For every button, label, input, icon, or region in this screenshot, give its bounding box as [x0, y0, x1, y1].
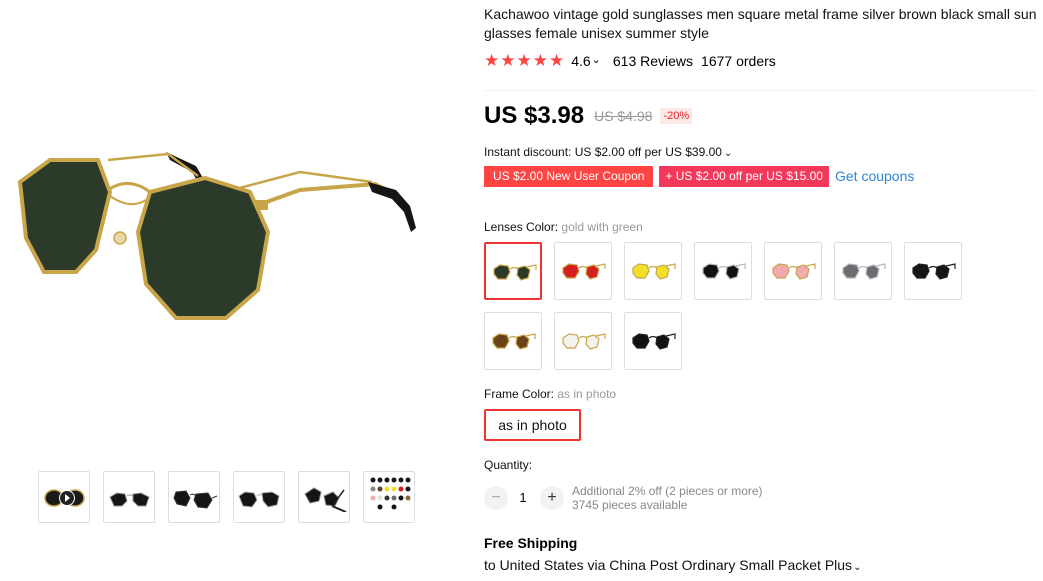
instant-discount-text: Instant discount: US $2.00 off per US $3…	[484, 145, 722, 159]
lens-color-option[interactable]	[554, 242, 612, 300]
frame-color-title: Frame Color:	[484, 387, 555, 401]
sunglasses-icon	[492, 333, 536, 350]
lens-color-option[interactable]	[554, 312, 612, 370]
quantity-increase-button[interactable]: +	[540, 486, 564, 510]
quantity-label: Quantity:	[484, 458, 533, 472]
reviews-link[interactable]: 613 Reviews	[613, 53, 693, 69]
shipping-title: Free Shipping	[484, 535, 578, 551]
rating-value[interactable]: 4.6	[571, 53, 601, 69]
main-product-image	[0, 0, 470, 455]
sunglasses-icon	[562, 333, 606, 350]
lens-color-option[interactable]	[624, 242, 682, 300]
rating-row: ★★★★★ 4.6 613 Reviews 1677 orders	[484, 51, 776, 70]
quantity-input[interactable]: 1	[512, 490, 534, 505]
frame-option-button[interactable]: as in photo	[484, 409, 581, 441]
sunglasses-icon	[912, 263, 956, 280]
chevron-down-icon: ⌄	[723, 148, 733, 159]
star-rating-icon: ★★★★★	[484, 51, 566, 70]
shipping-detail-text: to United States via China Post Ordinary…	[484, 557, 853, 573]
lens-color-option[interactable]	[834, 242, 892, 300]
get-coupons-link[interactable]: Get coupons	[835, 168, 914, 184]
shipping-detail[interactable]: to United States via China Post Ordinary…	[484, 557, 861, 573]
stock-available-text: 3745 pieces available	[572, 498, 688, 512]
quantity-info: Additional 2% off (2 pieces or more) 374…	[572, 484, 763, 512]
lens-color-option[interactable]	[904, 242, 962, 300]
thumbnail-image[interactable]	[103, 471, 155, 523]
lens-color-option[interactable]	[484, 312, 542, 370]
divider	[484, 90, 1036, 91]
play-icon	[59, 490, 75, 506]
lens-color-option[interactable]	[764, 242, 822, 300]
chevron-down-icon: ⌄	[853, 562, 862, 573]
discount-badge: -20%	[660, 108, 693, 124]
orders-count: 1677 orders	[701, 53, 776, 69]
current-price: US $3.98	[484, 102, 585, 129]
new-user-coupon[interactable]: US $2.00 New User Coupon	[484, 165, 654, 187]
lens-color-selected: gold with green	[561, 220, 643, 234]
thumbnail-color-grid[interactable]	[363, 471, 415, 523]
lens-color-option[interactable]	[624, 312, 682, 370]
sunglasses-icon	[772, 263, 816, 280]
sunglasses-icon	[562, 263, 606, 280]
product-title: Kachawoo vintage gold sunglasses men squ…	[484, 6, 1037, 41]
coupon-row: US $2.00 New User Coupon + US $2.00 off …	[484, 165, 914, 187]
frame-color-label: Frame Color: as in photo	[484, 387, 616, 401]
lens-color-title: Lenses Color:	[484, 220, 559, 234]
price-row: US $3.98 US $4.98 -20%	[484, 102, 693, 130]
bulk-discount-text: Additional 2% off (2 pieces or more)	[572, 484, 763, 498]
thumbnail-image[interactable]	[233, 471, 285, 523]
sunglasses-icon	[842, 263, 886, 280]
thumbnail-image[interactable]	[298, 471, 350, 523]
off-coupon[interactable]: + US $2.00 off per US $15.00	[659, 165, 829, 187]
lens-color-option[interactable]	[694, 242, 752, 300]
instant-discount[interactable]: Instant discount: US $2.00 off per US $3…	[484, 145, 732, 159]
lens-color-label: Lenses Color: gold with green	[484, 220, 643, 234]
sunglasses-icon	[632, 333, 676, 350]
sunglasses-icon	[702, 263, 746, 280]
sunglasses-icon	[493, 264, 537, 281]
quantity-decrease-button[interactable]: −	[484, 486, 508, 510]
original-price: US $4.98	[594, 108, 653, 124]
sunglasses-icon	[632, 263, 676, 280]
thumbnail-video[interactable]	[38, 471, 90, 523]
lens-color-option[interactable]	[484, 242, 542, 300]
frame-color-selected: as in photo	[557, 387, 617, 401]
thumbnail-image[interactable]	[168, 471, 220, 523]
